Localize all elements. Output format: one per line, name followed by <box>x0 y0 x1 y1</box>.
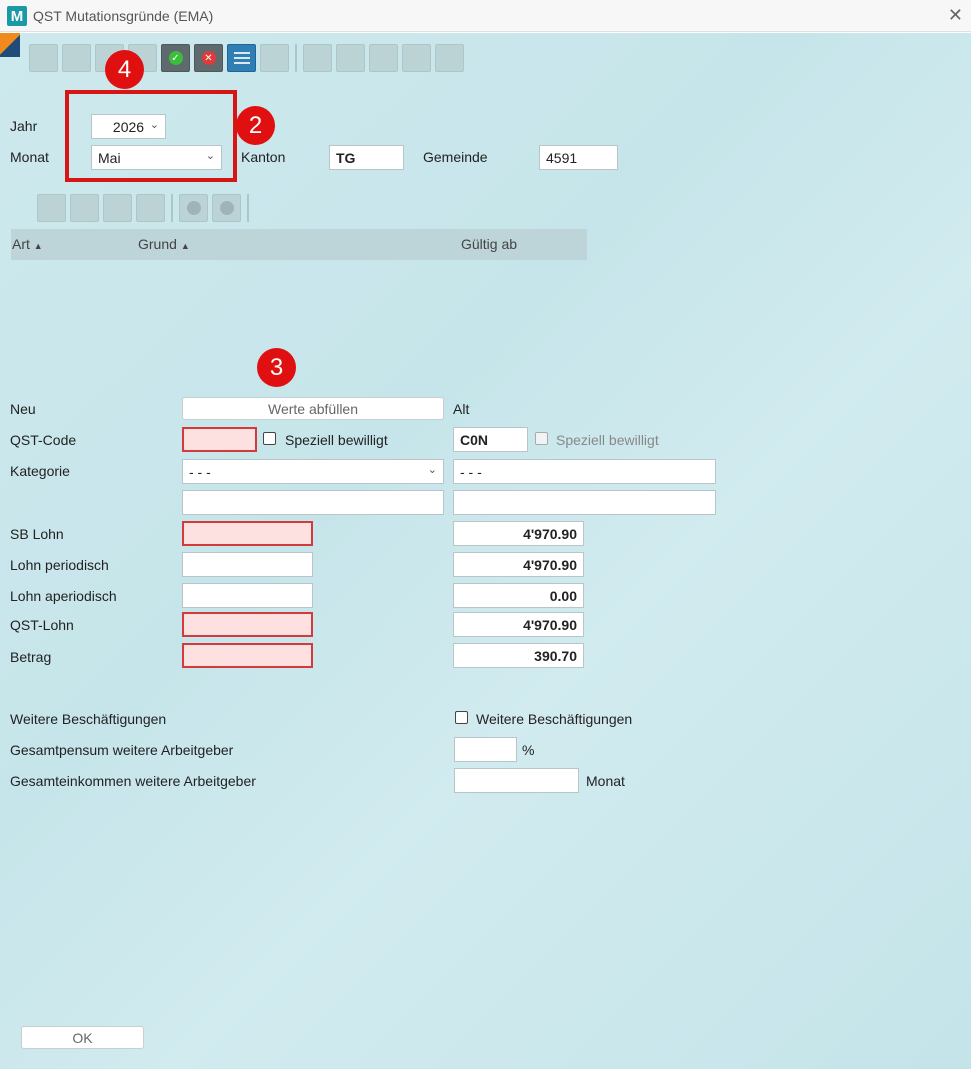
toolbar-button-2[interactable] <box>62 44 91 72</box>
lohn-periodisch-label: Lohn periodisch <box>10 557 109 573</box>
column-header-grund[interactable]: Grund ▲ <box>138 236 190 252</box>
pensum-input[interactable] <box>454 737 517 762</box>
weitere-label: Weitere Beschäftigungen <box>10 711 167 727</box>
sb-lohn-alt-field: 4'970.90 <box>453 521 584 546</box>
kategorie-extra-alt-field <box>453 490 716 515</box>
copy-button[interactable] <box>103 194 132 222</box>
corner-flag-icon <box>0 33 20 57</box>
einkommen-input[interactable] <box>454 768 579 793</box>
speziell-bewilligt-alt-label: Speziell bewilligt <box>556 432 659 448</box>
qst-lohn-input[interactable] <box>182 612 313 637</box>
main-toolbar: ✓ ✕ <box>29 44 464 72</box>
speziell-bewilligt-label: Speziell bewilligt <box>285 432 388 448</box>
nav-prev-button[interactable] <box>336 44 365 72</box>
grid-header: Art ▲ Grund ▲ Gültig ab <box>11 229 587 260</box>
x-icon <box>219 201 234 215</box>
toolbar-separator <box>295 44 297 72</box>
weitere-checkbox-label: Weitere Beschäftigungen <box>476 711 633 727</box>
einkommen-label: Gesamteinkommen weitere Arbeitgeber <box>10 773 256 789</box>
column-header-gueltig-ab[interactable]: Gültig ab <box>461 236 517 252</box>
lohn-periodisch-alt-field: 4'970.90 <box>453 552 584 577</box>
sort-asc-icon: ▲ <box>180 241 190 251</box>
toolbar-separator <box>247 194 249 222</box>
window-title: QST Mutationsgründe (EMA) <box>33 8 214 24</box>
lohn-aperiodisch-label: Lohn aperiodisch <box>10 588 117 604</box>
app-logo-icon: M <box>7 6 27 26</box>
qst-lohn-alt-field: 4'970.90 <box>453 612 584 637</box>
neu-label: Neu <box>10 401 36 417</box>
check-icon: ✓ <box>168 51 183 65</box>
qst-code-alt-field: C0N <box>453 427 528 452</box>
jahr-label: Jahr <box>10 118 38 134</box>
kanton-label: Kanton <box>241 149 286 165</box>
sb-lohn-label: SB Lohn <box>10 526 64 542</box>
delete-button[interactable] <box>136 194 165 222</box>
speziell-bewilligt-checkbox[interactable] <box>263 432 276 445</box>
sb-lohn-input[interactable] <box>182 521 313 546</box>
lohn-aperiodisch-alt-field: 0.00 <box>453 583 584 608</box>
pensum-label: Gesamtpensum weitere Arbeitgeber <box>10 742 234 758</box>
qst-code-label: QST-Code <box>10 432 77 448</box>
toolbar-button-13[interactable] <box>435 44 464 72</box>
betrag-input[interactable] <box>182 643 313 668</box>
alt-label: Alt <box>453 401 470 417</box>
lohn-aperiodisch-input[interactable] <box>182 583 313 608</box>
annotation-badge-2: 2 <box>236 106 275 145</box>
chevron-down-icon: ⌄ <box>427 464 437 476</box>
qst-code-input[interactable] <box>182 427 257 452</box>
check-icon <box>186 201 201 215</box>
toolbar-button-1[interactable] <box>29 44 58 72</box>
cancel-button[interactable]: ✕ <box>194 44 223 72</box>
gemeinde-label: Gemeinde <box>423 149 488 165</box>
pensum-unit: % <box>522 742 535 758</box>
grid-toolbar <box>37 194 251 222</box>
kanton-field[interactable]: TG <box>329 145 404 170</box>
weitere-beschaeftigungen-checkbox[interactable] <box>455 711 468 724</box>
column-header-art[interactable]: Art ▲ <box>12 236 43 252</box>
title-bar: M QST Mutationsgründe (EMA) ✕ <box>0 0 971 32</box>
kategorie-select[interactable]: - - - ⌄ <box>182 459 444 484</box>
betrag-label: Betrag <box>10 649 52 665</box>
dialog-body: ✓ ✕ Jahr 2026 ⌄ Monat Mai ⌄ Kanton TG Ge… <box>0 33 971 1069</box>
gemeinde-field[interactable]: 4591 <box>539 145 618 170</box>
x-icon: ✕ <box>201 51 216 65</box>
qst-lohn-label: QST-Lohn <box>10 617 74 633</box>
einkommen-unit: Monat <box>586 773 625 789</box>
kategorie-label: Kategorie <box>10 463 70 479</box>
kategorie-alt-field: - - - <box>453 459 716 484</box>
monat-label: Monat <box>10 149 49 165</box>
annotation-highlight-box <box>65 90 237 182</box>
ok-button[interactable]: OK <box>21 1026 144 1049</box>
grid-confirm-button[interactable] <box>179 194 208 222</box>
nav-next-button[interactable] <box>369 44 398 72</box>
annotation-badge-4: 4 <box>105 50 144 89</box>
nav-last-button[interactable] <box>402 44 431 72</box>
nav-first-button[interactable] <box>303 44 332 72</box>
kategorie-value: - - - <box>189 463 211 480</box>
speziell-bewilligt-alt-checkbox <box>535 432 548 445</box>
sort-asc-icon: ▲ <box>33 241 43 251</box>
confirm-button[interactable]: ✓ <box>161 44 190 72</box>
grid-cancel-button[interactable] <box>212 194 241 222</box>
annotation-badge-3: 3 <box>257 348 296 387</box>
toolbar-button-8[interactable] <box>260 44 289 72</box>
close-icon[interactable]: ✕ <box>948 5 963 26</box>
add-button[interactable] <box>37 194 66 222</box>
kategorie-extra-input[interactable] <box>182 490 444 515</box>
betrag-alt-field: 390.70 <box>453 643 584 668</box>
list-button[interactable] <box>227 44 256 72</box>
lohn-periodisch-input[interactable] <box>182 552 313 577</box>
edit-button[interactable] <box>70 194 99 222</box>
toolbar-separator <box>171 194 173 222</box>
werte-abfuellen-button[interactable]: Werte abfüllen <box>182 397 444 420</box>
list-icon <box>233 52 250 64</box>
